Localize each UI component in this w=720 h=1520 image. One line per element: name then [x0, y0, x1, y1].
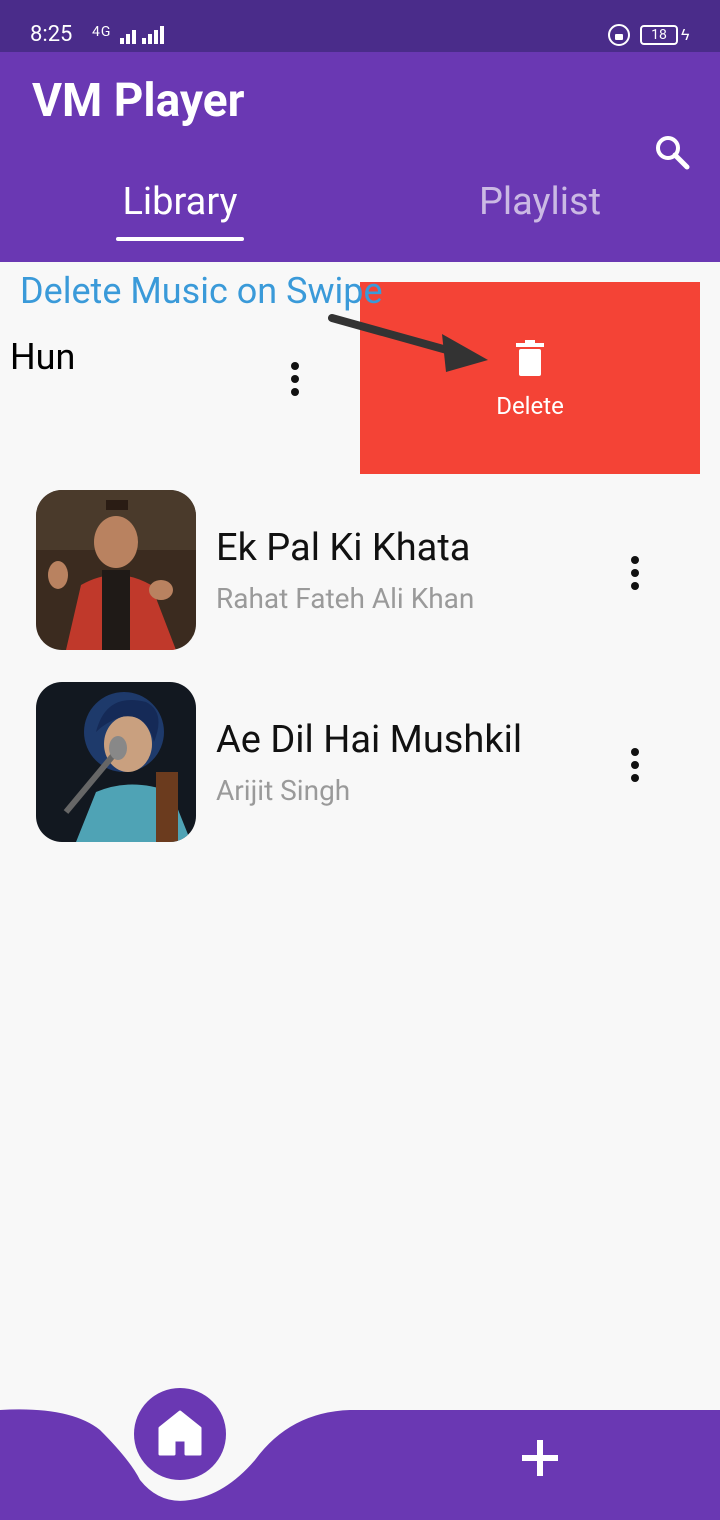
lock-icon: [608, 24, 630, 46]
battery-indicator: 18: [640, 25, 678, 45]
home-icon: [158, 1410, 202, 1456]
track-artist: Arijit Singh: [216, 774, 351, 807]
annotation-arrow-icon: [328, 314, 488, 372]
trash-icon: [516, 340, 544, 376]
network-type: 4G: [92, 24, 112, 40]
status-time: 8:25: [30, 22, 73, 47]
more-vert-icon[interactable]: [631, 556, 641, 595]
search-icon[interactable]: [654, 134, 690, 170]
album-art: [36, 490, 196, 650]
charging-icon: ϟ: [681, 25, 690, 44]
tab-playlist[interactable]: Playlist: [470, 162, 610, 242]
more-vert-icon[interactable]: [631, 748, 641, 787]
plus-icon[interactable]: [522, 1440, 558, 1476]
app-title: VM Player: [32, 74, 245, 128]
status-bar: 8:25 4G 18 ϟ: [0, 0, 720, 52]
home-button[interactable]: [134, 1388, 226, 1480]
track-title: Ae Dil Hai Mushkil: [216, 718, 523, 762]
signal-bars-icon: [120, 26, 164, 44]
swipe-annotation: Delete Music on Swipe: [20, 270, 383, 312]
more-vert-icon[interactable]: [291, 362, 301, 401]
list-item[interactable]: Ae Dil Hai Mushkil Arijit Singh: [0, 682, 720, 842]
tab-library[interactable]: Library: [110, 162, 250, 242]
active-tab-indicator: [116, 237, 244, 241]
app-bar: VM Player Library Playlist: [0, 52, 720, 262]
delete-label: Delete: [496, 392, 564, 420]
album-art: [36, 682, 196, 842]
list-item[interactable]: Ek Pal Ki Khata Rahat Fateh Ali Khan: [0, 490, 720, 650]
track-artist: Rahat Fateh Ali Khan: [216, 582, 475, 615]
track-title: Ek Pal Ki Khata: [216, 526, 471, 570]
track-title: Hun: [10, 336, 76, 378]
bottom-nav-bar: [0, 1409, 720, 1520]
